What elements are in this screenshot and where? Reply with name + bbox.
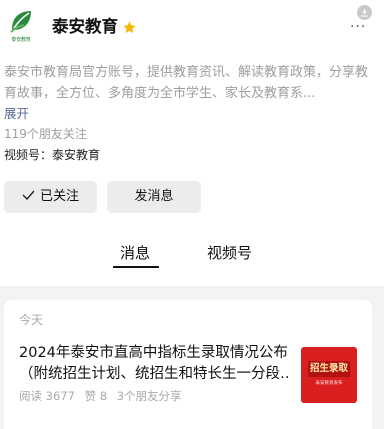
tab-channel[interactable]: 视频号 bbox=[207, 243, 252, 263]
article-card[interactable]: 今天 2024年泰安市直高中指标生录取情况公布 （附统招生计划、统招生和特长生一… bbox=[4, 300, 372, 429]
article-stats: 阅读 3677 赞 8 3个朋友分享 bbox=[19, 387, 188, 405]
thumbnail-title: 招生录取 bbox=[309, 363, 348, 374]
star-icon[interactable] bbox=[122, 20, 137, 35]
send-message-button[interactable]: 发消息 bbox=[107, 181, 201, 213]
article-title[interactable]: 2024年泰安市直高中指标生录取情况公布 （附统招生计划、统招生和特长生一分段… bbox=[19, 343, 289, 385]
account-name: 泰安教育 bbox=[52, 17, 118, 36]
read-count: 阅读 3677 bbox=[19, 389, 75, 403]
exit-icon bbox=[360, 8, 369, 17]
account-description: 泰安市教育局官方账号，提供教育资讯、解读教育政策，分享教育故事，全方位、多角度为… bbox=[4, 65, 369, 101]
logo-caption: 泰安教育 bbox=[11, 37, 31, 43]
tab-messages[interactable]: 消息 bbox=[120, 243, 150, 263]
active-tab-indicator bbox=[113, 266, 159, 268]
article-title-line2: （附统招生计划、统招生和特长生一分段… bbox=[19, 366, 289, 382]
article-title-line1: 2024年泰安市直高中指标生录取情况公布 bbox=[19, 345, 288, 361]
followed-label: 已关注 bbox=[39, 189, 79, 204]
date-label: 今天 bbox=[19, 313, 44, 327]
share-count: 3个朋友分享 bbox=[116, 389, 182, 403]
leaf-logo-icon bbox=[10, 11, 31, 33]
followers-count[interactable]: 119个朋友关注 bbox=[4, 124, 87, 144]
followed-button[interactable]: 已关注 bbox=[4, 181, 97, 213]
like-count: 赞 8 bbox=[84, 389, 108, 403]
exit-button[interactable] bbox=[357, 5, 372, 20]
article-thumbnail[interactable]: 招生录取 泰安教育发布 bbox=[301, 347, 357, 403]
check-icon bbox=[22, 190, 35, 200]
expand-link[interactable]: 展开 bbox=[4, 104, 29, 124]
account-logo[interactable]: 泰安教育 bbox=[6, 9, 36, 45]
thumbnail-subtitle: 泰安教育发布 bbox=[315, 381, 343, 386]
account-header: 泰安教育 泰安教育 ··· bbox=[0, 0, 384, 60]
channel-link[interactable]: 视频号：泰安教育 bbox=[4, 145, 100, 165]
more-icon[interactable]: ··· bbox=[350, 20, 372, 34]
